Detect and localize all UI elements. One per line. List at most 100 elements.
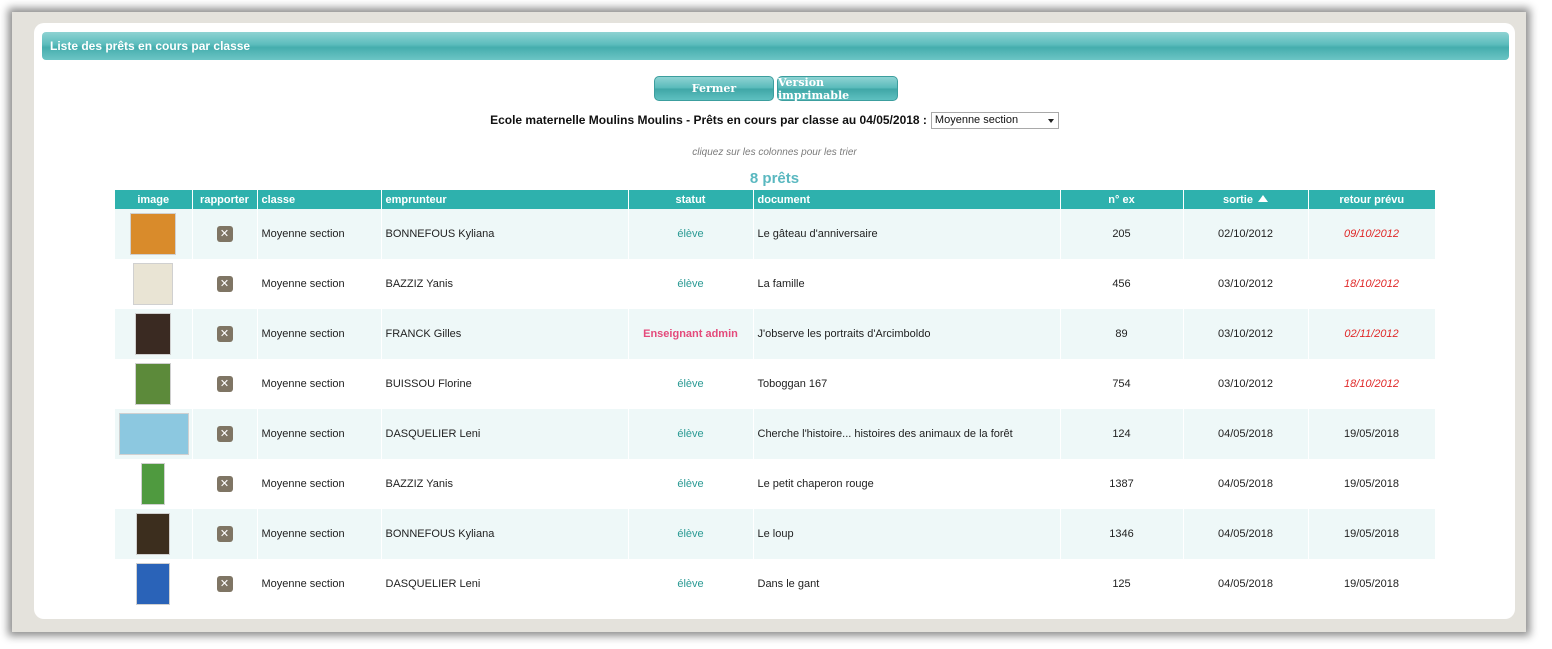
- book-cover-image[interactable]: [136, 563, 171, 605]
- table-row: ✕ Moyenne section DASQUELIER Leni élève Cher…: [115, 409, 1436, 459]
- cover-cell: [115, 559, 193, 609]
- cell-document: Dans le gant: [753, 559, 1061, 609]
- cell-sortie: 04/05/2018: [1183, 459, 1309, 509]
- col-header-statut[interactable]: statut: [628, 190, 754, 209]
- col-header-sortie[interactable]: sortie: [1183, 190, 1309, 209]
- table-row: ✕ Moyenne section FRANCK Gilles Enseignant …: [115, 309, 1436, 359]
- return-cell: ✕: [192, 409, 258, 459]
- cell-classe: Moyenne section: [257, 509, 382, 559]
- cell-nex: 1387: [1060, 459, 1184, 509]
- cell-nex: 1346: [1060, 509, 1184, 559]
- cell-retour: 02/11/2012: [1308, 309, 1436, 359]
- table-row: ✕ Moyenne section BONNEFOUS Kyliana élève Le…: [115, 209, 1436, 259]
- cell-statut: élève: [628, 259, 754, 309]
- cell-retour: 18/10/2012: [1308, 359, 1436, 409]
- col-header-emprunteur[interactable]: emprunteur: [381, 190, 629, 209]
- book-cover-image[interactable]: [136, 513, 171, 555]
- cell-nex: 205: [1060, 209, 1184, 259]
- cell-classe: Moyenne section: [257, 259, 382, 309]
- remove-icon[interactable]: ✕: [216, 276, 233, 292]
- book-cover-image[interactable]: [130, 213, 177, 255]
- book-cover-image[interactable]: [135, 313, 172, 355]
- cell-sortie: 04/05/2018: [1183, 409, 1309, 459]
- cell-emprunteur: FRANCK Gilles: [381, 309, 629, 359]
- cell-sortie: 03/10/2012: [1183, 259, 1309, 309]
- table-row: ✕ Moyenne section BAZZIZ Yanis élève La fami…: [115, 259, 1436, 309]
- close-button[interactable]: Fermer: [654, 76, 774, 101]
- table-header-row: image rapporter classe emprunteur statut…: [115, 190, 1435, 209]
- cell-retour: 19/05/2018: [1308, 559, 1436, 609]
- cell-emprunteur: BUISSOU Florine: [381, 359, 629, 409]
- col-header-sortie-label: sortie: [1223, 193, 1253, 206]
- cell-nex: 456: [1060, 259, 1184, 309]
- chevron-down-icon: [1047, 118, 1054, 123]
- table-row: ✕ Moyenne section DASQUELIER Leni élève Dans…: [115, 559, 1436, 609]
- window-frame: Liste des prêts en cours par classe Ferm…: [12, 12, 1526, 632]
- cell-classe: Moyenne section: [257, 209, 382, 259]
- cell-nex: 125: [1060, 559, 1184, 609]
- cover-cell: [115, 209, 193, 259]
- return-cell: ✕: [192, 509, 258, 559]
- cell-sortie: 04/05/2018: [1183, 559, 1309, 609]
- remove-icon[interactable]: ✕: [216, 226, 233, 242]
- cell-document: Cherche l'histoire... histoires des anim…: [753, 409, 1061, 459]
- cell-retour: 19/05/2018: [1308, 409, 1436, 459]
- col-header-nex[interactable]: n° ex: [1060, 190, 1184, 209]
- return-cell: ✕: [192, 459, 258, 509]
- return-cell: ✕: [192, 359, 258, 409]
- book-cover-image[interactable]: [141, 463, 166, 505]
- cell-nex: 124: [1060, 409, 1184, 459]
- table-row: ✕ Moyenne section BUISSOU Florine élève Tobo…: [115, 359, 1436, 409]
- cell-classe: Moyenne section: [257, 459, 382, 509]
- cell-statut: élève: [628, 559, 754, 609]
- book-cover-image[interactable]: [133, 263, 174, 305]
- col-header-rapporter[interactable]: rapporter: [192, 190, 258, 209]
- cover-cell: [115, 359, 193, 409]
- cell-statut: Enseignant admin: [628, 309, 754, 359]
- cell-retour: 09/10/2012: [1308, 209, 1436, 259]
- remove-icon[interactable]: ✕: [216, 376, 233, 392]
- return-cell: ✕: [192, 309, 258, 359]
- cell-classe: Moyenne section: [257, 359, 382, 409]
- cell-sortie: 04/05/2018: [1183, 509, 1309, 559]
- cover-cell: [115, 309, 193, 359]
- cell-statut: élève: [628, 359, 754, 409]
- cover-cell: [115, 409, 193, 459]
- cell-sortie: 03/10/2012: [1183, 359, 1309, 409]
- cell-retour: 18/10/2012: [1308, 259, 1436, 309]
- cell-document: La famille: [753, 259, 1061, 309]
- col-header-retour[interactable]: retour prévu: [1308, 190, 1435, 209]
- cell-nex: 89: [1060, 309, 1184, 359]
- cell-document: Le gâteau d'anniversaire: [753, 209, 1061, 259]
- remove-icon[interactable]: ✕: [216, 526, 233, 542]
- col-header-classe[interactable]: classe: [257, 190, 382, 209]
- cover-cell: [115, 259, 193, 309]
- cell-document: Le petit chaperon rouge: [753, 459, 1061, 509]
- table-row: ✕ Moyenne section BAZZIZ Yanis élève Le peti…: [115, 459, 1436, 509]
- col-header-image[interactable]: image: [115, 190, 193, 209]
- remove-icon[interactable]: ✕: [216, 326, 233, 342]
- sort-hint: cliquez sur les colonnes pour les trier: [692, 147, 857, 158]
- cell-document: Le loup: [753, 509, 1061, 559]
- print-version-button[interactable]: Version imprimable: [777, 76, 898, 102]
- cell-emprunteur: BAZZIZ Yanis: [381, 459, 629, 509]
- col-header-document[interactable]: document: [753, 190, 1061, 209]
- remove-icon[interactable]: ✕: [216, 576, 233, 592]
- return-cell: ✕: [192, 559, 258, 609]
- sort-ascending-icon: [1257, 194, 1268, 202]
- book-cover-image[interactable]: [119, 413, 189, 455]
- page-heading: Ecole maternelle Moulins Moulins - Prêts…: [490, 113, 927, 127]
- remove-icon[interactable]: ✕: [216, 476, 233, 492]
- cell-emprunteur: BAZZIZ Yanis: [381, 259, 629, 309]
- book-cover-image[interactable]: [135, 363, 172, 405]
- cell-document: Toboggan 167: [753, 359, 1061, 409]
- cell-statut: élève: [628, 509, 754, 559]
- return-cell: ✕: [192, 209, 258, 259]
- class-select-value: Moyenne section: [934, 113, 1019, 126]
- remove-icon[interactable]: ✕: [216, 426, 233, 442]
- cell-nex: 754: [1060, 359, 1184, 409]
- main-panel: Liste des prêts en cours par classe Ferm…: [34, 23, 1515, 619]
- cover-cell: [115, 459, 193, 509]
- cell-classe: Moyenne section: [257, 309, 382, 359]
- class-select[interactable]: Moyenne section: [930, 111, 1059, 129]
